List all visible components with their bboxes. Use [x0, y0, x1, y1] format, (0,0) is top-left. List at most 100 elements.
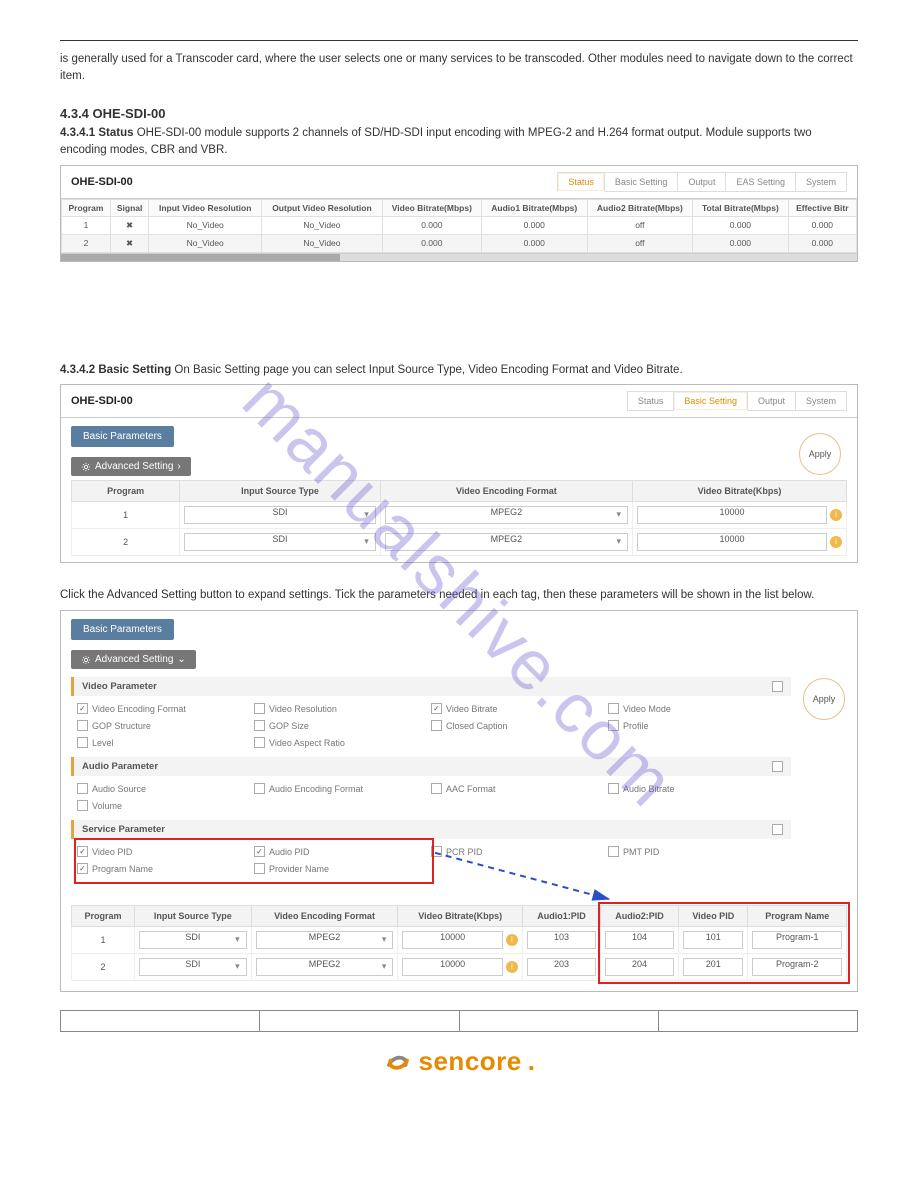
audio1-pid-input[interactable]: 203	[527, 958, 596, 976]
check-item[interactable]: Profile	[608, 717, 785, 734]
tab-basic-setting[interactable]: Basic Setting	[605, 172, 679, 192]
check-item[interactable]: PMT PID	[608, 843, 785, 860]
check-item[interactable]: GOP Structure	[77, 717, 254, 734]
checkbox[interactable]	[254, 720, 265, 731]
group-checkbox[interactable]	[772, 824, 783, 835]
encoding-format-select[interactable]: MPEG2	[385, 533, 628, 551]
input-source-select[interactable]: SDI	[184, 506, 375, 524]
checkbox[interactable]	[254, 783, 265, 794]
audio1-pid-input[interactable]: 103	[527, 931, 596, 949]
horizontal-scrollbar[interactable]	[61, 253, 857, 261]
checkbox[interactable]	[77, 863, 88, 874]
col-header: Audio2 Bitrate(Mbps)	[587, 199, 693, 216]
check-item[interactable]: AAC Format	[431, 780, 608, 797]
checkbox[interactable]	[77, 737, 88, 748]
checkbox[interactable]	[77, 800, 88, 811]
checkbox[interactable]	[254, 863, 265, 874]
checkbox[interactable]	[77, 846, 88, 857]
bitrate-input[interactable]: 10000	[637, 533, 827, 551]
check-label: Audio Source	[92, 784, 146, 794]
tab-system[interactable]: System	[796, 391, 847, 411]
checkbox[interactable]	[431, 846, 442, 857]
table-cell: off	[587, 216, 693, 234]
check-item[interactable]: Provider Name	[254, 860, 431, 877]
checkbox[interactable]	[608, 783, 619, 794]
checkbox[interactable]	[431, 703, 442, 714]
check-item[interactable]: Video Resolution	[254, 700, 431, 717]
video-pid-input[interactable]: 101	[683, 931, 743, 949]
group-checkbox[interactable]	[772, 681, 783, 692]
checkbox[interactable]	[77, 703, 88, 714]
check-item[interactable]: Volume	[77, 797, 254, 814]
apply-button-2[interactable]: Apply	[803, 678, 845, 720]
table-cell: ✖	[110, 216, 148, 234]
tab-status[interactable]: Status	[557, 172, 605, 192]
tab-output[interactable]: Output	[748, 391, 796, 411]
checkbox[interactable]	[608, 720, 619, 731]
audio2-pid-input[interactable]: 104	[605, 931, 674, 949]
advanced-setting-toggle-2[interactable]: Advanced Setting ⌄	[71, 650, 196, 669]
tab-status[interactable]: Status	[627, 391, 675, 411]
encoding-format-select[interactable]: MPEG2	[256, 958, 394, 976]
program-cell: 2	[72, 954, 135, 981]
checkbox[interactable]	[608, 846, 619, 857]
checkbox[interactable]	[254, 737, 265, 748]
tab-eas-setting[interactable]: EAS Setting	[726, 172, 796, 192]
apply-button[interactable]: Apply	[799, 433, 841, 475]
intro-paragraph: is generally used for a Transcoder card,…	[60, 51, 858, 84]
input-source-select[interactable]: SDI	[184, 533, 375, 551]
checkbox[interactable]	[608, 703, 619, 714]
tab-system[interactable]: System	[796, 172, 847, 192]
bitrate-input[interactable]: 10000	[637, 506, 827, 524]
check-item[interactable]: Audio Source	[77, 780, 254, 797]
check-item[interactable]: Level	[77, 734, 254, 751]
check-item[interactable]: GOP Size	[254, 717, 431, 734]
group-title: Video Parameter	[82, 681, 157, 692]
checkbox[interactable]	[431, 783, 442, 794]
bitrate-input[interactable]: 10000	[402, 931, 502, 949]
checkbox[interactable]	[254, 846, 265, 857]
checkbox[interactable]	[254, 703, 265, 714]
check-item[interactable]: Closed Caption	[431, 717, 608, 734]
program-name-input[interactable]: Program-2	[752, 958, 842, 976]
check-item[interactable]: Video Encoding Format	[77, 700, 254, 717]
group-checkbox[interactable]	[772, 761, 783, 772]
check-item[interactable]: PCR PID	[431, 843, 608, 860]
encoding-format-select[interactable]: MPEG2	[256, 931, 394, 949]
check-item[interactable]: Video PID	[77, 843, 254, 860]
status-table: ProgramSignalInput Video ResolutionOutpu…	[61, 199, 857, 253]
check-item[interactable]: Video Bitrate	[431, 700, 608, 717]
col-header: Video Bitrate(Mbps)	[382, 199, 481, 216]
table-cell: 0.000	[693, 234, 788, 252]
basic-parameters-button-2[interactable]: Basic Parameters	[71, 619, 174, 640]
check-item[interactable]: Audio PID	[254, 843, 431, 860]
info-icon[interactable]: i	[830, 509, 842, 521]
tab-output[interactable]: Output	[678, 172, 726, 192]
check-item[interactable]: Audio Encoding Format	[254, 780, 431, 797]
table-cell: No_Video	[149, 216, 262, 234]
col-header: Effective Bitr	[788, 199, 856, 216]
encoding-format-select[interactable]: MPEG2	[385, 506, 628, 524]
input-source-select[interactable]: SDI	[139, 958, 247, 976]
checkbox[interactable]	[77, 783, 88, 794]
col-header: Video Bitrate(Kbps)	[633, 481, 847, 502]
info-icon[interactable]: i	[830, 536, 842, 548]
check-item[interactable]: Program Name	[77, 860, 254, 877]
checkbox[interactable]	[431, 720, 442, 731]
program-name-input[interactable]: Program-1	[752, 931, 842, 949]
checkbox[interactable]	[77, 720, 88, 731]
check-item[interactable]: Audio Bitrate	[608, 780, 785, 797]
bitrate-input[interactable]: 10000	[402, 958, 502, 976]
audio2-pid-input[interactable]: 204	[605, 958, 674, 976]
input-source-select[interactable]: SDI	[139, 931, 247, 949]
info-icon[interactable]: i	[506, 934, 518, 946]
info-icon[interactable]: i	[506, 961, 518, 973]
check-label: Video Bitrate	[446, 704, 497, 714]
tab-basic-setting[interactable]: Basic Setting	[674, 391, 748, 411]
video-pid-input[interactable]: 201	[683, 958, 743, 976]
check-item[interactable]: Video Mode	[608, 700, 785, 717]
check-item[interactable]: Video Aspect Ratio	[254, 734, 431, 751]
basic-parameters-button[interactable]: Basic Parameters	[71, 426, 174, 447]
check-label: Profile	[623, 721, 649, 731]
advanced-setting-toggle[interactable]: Advanced Setting ›	[71, 457, 191, 476]
